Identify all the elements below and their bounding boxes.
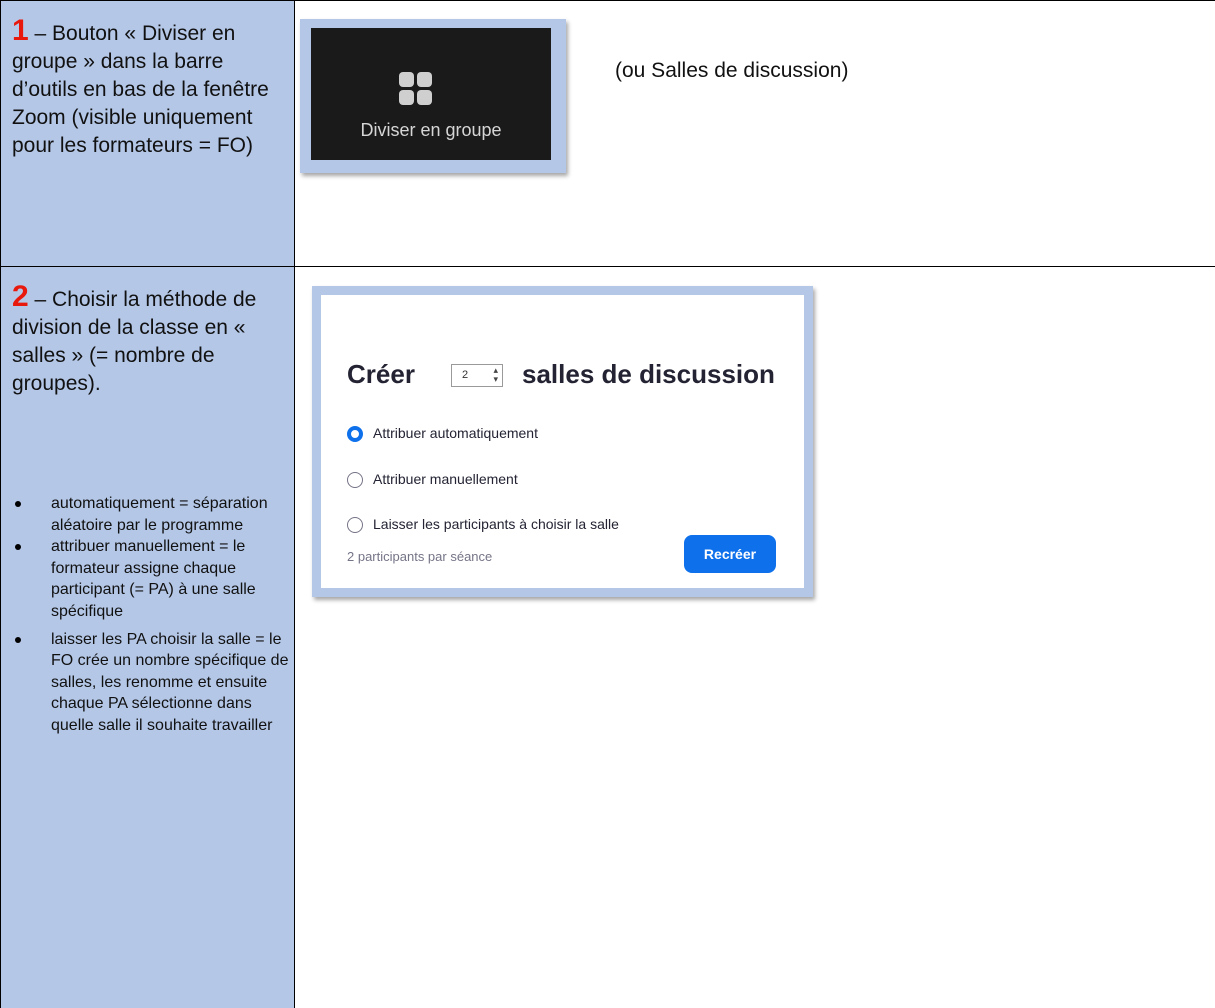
list-item: automatiquement = séparation aléatoire p…: [10, 493, 290, 536]
bullet-icon: [15, 501, 21, 507]
list-item: attribuer manuellement = le formateur as…: [10, 536, 290, 622]
breakout-dialog-screenshot: Créer 2 ▴ ▾ salles de discussion Attribue…: [312, 286, 813, 597]
stepper-arrows-icon[interactable]: ▴ ▾: [493, 366, 498, 384]
radio-unselected-icon: [347, 517, 363, 533]
rooms-label: salles de discussion: [522, 359, 775, 389]
alternate-name-note: (ou Salles de discussion): [615, 59, 849, 82]
radio-let-participants-choose[interactable]: Laisser les participants à choisir la sa…: [347, 515, 787, 537]
list-item: laisser les PA choisir la salle = le FO …: [10, 629, 290, 737]
participants-per-session: 2 participants par séance: [347, 549, 493, 564]
step2-cell: 2 – Choisir la méthode de division de la…: [1, 267, 294, 1008]
step1-description: 1 – Bouton « Diviser en groupe » dans la…: [12, 14, 287, 160]
toolbar-button[interactable]: Diviser en groupe: [311, 28, 551, 160]
create-label: Créer: [347, 359, 415, 389]
step1-text: – Bouton « Diviser en groupe » dans la b…: [12, 22, 269, 157]
radio-assign-automatically[interactable]: Attribuer automatiquement: [347, 424, 787, 446]
radio-label: Attribuer manuellement: [373, 471, 518, 487]
step2-number: 2: [12, 280, 29, 313]
radio-label: Attribuer automatiquement: [373, 425, 538, 441]
step2-text: – Choisir la méthode de division de la c…: [12, 288, 257, 395]
step1-number: 1: [12, 14, 29, 47]
radio-assign-manually[interactable]: Attribuer manuellement: [347, 470, 787, 492]
breakout-grid-icon: [399, 72, 432, 105]
radio-label: Laisser les participants à choisir la sa…: [373, 516, 619, 532]
breakout-dialog: Créer 2 ▴ ▾ salles de discussion Attribue…: [321, 295, 804, 588]
radio-selected-icon: [347, 426, 363, 442]
method-list: automatiquement = séparation aléatoire p…: [10, 493, 290, 737]
table-column-divider: [294, 0, 295, 1008]
room-count-stepper[interactable]: 2 ▴ ▾: [451, 364, 503, 387]
bullet-icon: [15, 636, 21, 643]
bullet-icon: [15, 544, 21, 551]
recreate-button[interactable]: Recréer: [684, 535, 776, 573]
bullet-text: attribuer manuellement = le formateur as…: [51, 538, 256, 620]
step1-cell: 1 – Bouton « Diviser en groupe » dans la…: [1, 1, 294, 266]
toolbar-screenshot: Diviser en groupe: [300, 19, 566, 173]
bullet-text: laisser les PA choisir la salle = le FO …: [51, 630, 289, 734]
toolbar-button-label: Diviser en groupe: [360, 120, 502, 140]
bullet-text: automatiquement = séparation aléatoire p…: [51, 495, 268, 534]
room-count-value: 2: [462, 369, 469, 381]
step2-description: 2 – Choisir la méthode de division de la…: [12, 280, 287, 398]
radio-unselected-icon: [347, 472, 363, 488]
